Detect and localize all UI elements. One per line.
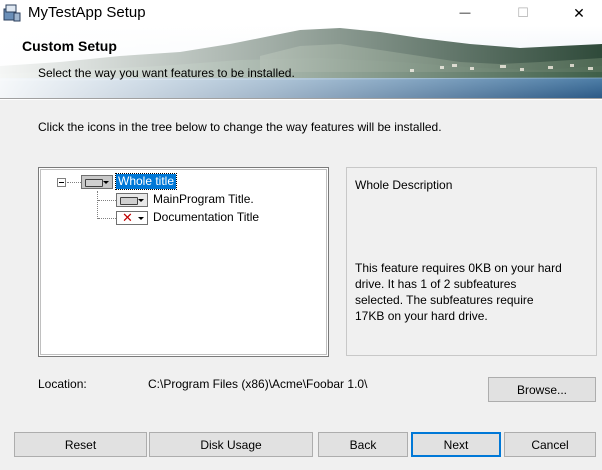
dropdown-arrow-icon — [138, 199, 144, 202]
back-button[interactable]: Back — [318, 432, 408, 457]
tree-item-mainprogram-title[interactable]: MainProgram Title. — [151, 192, 256, 207]
installer-icon — [2, 3, 22, 23]
tree-item-whole-title[interactable]: Whole title — [114, 173, 178, 190]
maximize-button[interactable]: ☐ — [500, 0, 546, 26]
banner-separator — [0, 98, 602, 100]
feature-state-dropdown-mainprogram[interactable] — [116, 193, 148, 207]
location-path: C:\Program Files (x86)\Acme\Foobar 1.0\ — [148, 377, 368, 391]
tree-connector — [67, 182, 81, 183]
banner-subtitle: Select the way you want features to be i… — [38, 66, 295, 80]
close-icon: ✕ — [573, 4, 585, 21]
disk-usage-button[interactable]: Disk Usage — [149, 432, 313, 457]
reset-button[interactable]: Reset — [14, 432, 147, 457]
minimize-button[interactable]: — — [442, 0, 488, 26]
maximize-icon: ☐ — [517, 5, 529, 20]
title-bar: MyTestApp Setup — ☐ ✕ — [0, 0, 602, 26]
dropdown-arrow-icon — [103, 181, 109, 184]
feature-state-dropdown-whole[interactable] — [81, 175, 113, 189]
instruction-text: Click the icons in the tree below to cha… — [38, 120, 442, 134]
tree-item-documentation-title[interactable]: Documentation Title — [151, 210, 261, 225]
tree-connector — [98, 200, 116, 201]
minimize-icon: — — [459, 7, 471, 19]
next-button[interactable]: Next — [411, 432, 501, 457]
hard-drive-icon — [85, 179, 103, 187]
tree-connector — [98, 218, 116, 219]
feature-tree[interactable]: Whole title MainProgram Title. ✕ Documen… — [38, 167, 329, 357]
banner: Custom Setup Select the way you want fea… — [0, 26, 602, 98]
collapse-toggle-icon[interactable] — [57, 178, 66, 187]
banner-landscape-image — [0, 26, 602, 98]
feature-state-dropdown-documentation[interactable]: ✕ — [116, 211, 148, 225]
tree-connector — [97, 191, 98, 219]
banner-title: Custom Setup — [22, 38, 117, 54]
window-title: MyTestApp Setup — [28, 4, 146, 21]
description-title: Whole Description — [355, 178, 453, 192]
close-button[interactable]: ✕ — [556, 0, 602, 26]
feature-tree-inner: Whole title MainProgram Title. ✕ Documen… — [40, 169, 327, 355]
hard-drive-icon — [120, 197, 138, 205]
not-available-x-icon: ✕ — [122, 210, 133, 225]
browse-button[interactable]: Browse... — [488, 377, 596, 402]
feature-description-panel: Whole Description This feature requires … — [346, 167, 597, 356]
dropdown-arrow-icon — [138, 217, 144, 220]
description-body: This feature requires 0KB on your hard d… — [355, 261, 562, 323]
cancel-button[interactable]: Cancel — [504, 432, 596, 457]
location-label: Location: — [38, 377, 87, 391]
